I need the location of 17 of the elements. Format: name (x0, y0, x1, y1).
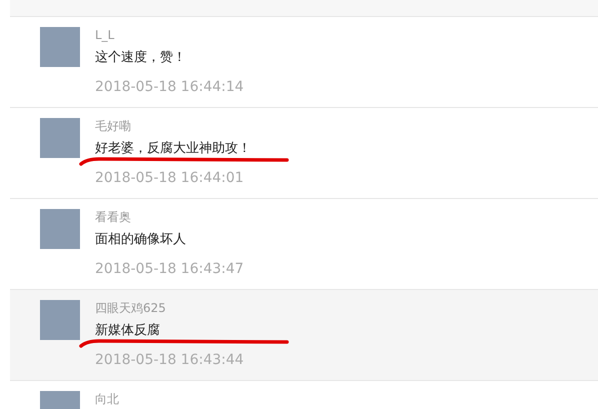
comment-time: 2018-05-18 16:43:44 (95, 351, 244, 369)
comment-time: 2018-05-18 16:44:14 (95, 78, 244, 96)
author-name: 毛好嘞 (95, 119, 132, 134)
comment-text: 这个速度，赞！ (95, 49, 187, 67)
comment-text: 新媒体反腐 (95, 322, 161, 340)
comment-text: 好老婆，反腐大业神助攻！ (95, 140, 251, 158)
avatar-placeholder (40, 118, 80, 158)
comment-time: 2018-05-18 16:43:47 (95, 260, 244, 278)
author-name: L_L (95, 28, 116, 43)
avatar-placeholder (40, 209, 80, 249)
avatar-placeholder (40, 27, 80, 67)
comment-time: 2018-05-18 16:44:01 (95, 169, 245, 187)
author-name: 看看奥 (95, 210, 132, 225)
author-name: 四眼天鸡625 (95, 301, 167, 316)
author-name: 向北 (95, 392, 119, 407)
avatar-placeholder (40, 300, 80, 340)
comment-text: 面相的确像坏人 (95, 231, 187, 249)
